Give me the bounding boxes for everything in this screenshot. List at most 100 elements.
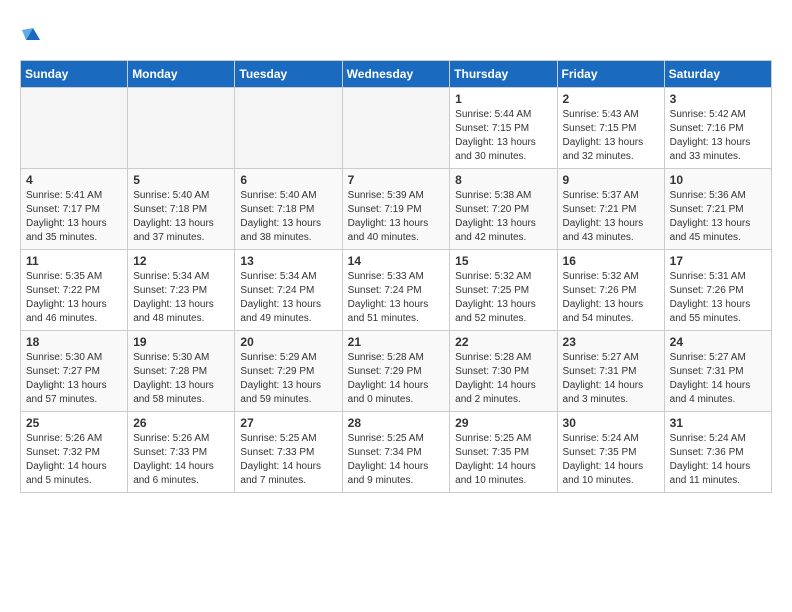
day-info: Sunrise: 5:41 AMSunset: 7:17 PMDaylight:… — [26, 189, 122, 245]
calendar-cell: 29Sunrise: 5:25 AMSunset: 7:35 PMDayligh… — [450, 412, 557, 493]
day-info: Sunrise: 5:39 AMSunset: 7:19 PMDaylight:… — [348, 189, 445, 245]
day-info: Sunrise: 5:26 AMSunset: 7:32 PMDaylight:… — [26, 432, 122, 488]
col-monday: Monday — [128, 61, 235, 88]
day-number: 2 — [563, 92, 659, 106]
day-info: Sunrise: 5:26 AMSunset: 7:33 PMDaylight:… — [133, 432, 229, 488]
calendar-cell — [128, 88, 235, 169]
calendar-table: Sunday Monday Tuesday Wednesday Thursday… — [20, 60, 772, 493]
day-info: Sunrise: 5:34 AMSunset: 7:23 PMDaylight:… — [133, 270, 229, 326]
day-number: 1 — [455, 92, 551, 106]
day-number: 18 — [26, 335, 122, 349]
day-info: Sunrise: 5:42 AMSunset: 7:16 PMDaylight:… — [670, 108, 766, 164]
calendar-cell: 31 Sunrise: 5:24 AMSunset: 7:36 PMDayligh… — [664, 412, 771, 493]
day-info: Sunrise: 5:24 AMSunset: 7:35 PMDaylight:… — [563, 432, 659, 488]
calendar-cell: 14 Sunrise: 5:33 AMSunset: 7:24 PMDayligh… — [342, 250, 450, 331]
calendar-cell — [21, 88, 128, 169]
day-info: Sunrise: 5:28 AMSunset: 7:29 PMDaylight:… — [348, 351, 445, 407]
day-info: Sunrise: 5:40 AMSunset: 7:18 PMDaylight:… — [240, 189, 336, 245]
day-info: Sunrise: 5:25 AMSunset: 7:33 PMDaylight:… — [240, 432, 336, 488]
calendar-cell: 3Sunrise: 5:42 AMSunset: 7:16 PMDaylight… — [664, 88, 771, 169]
calendar-cell: 15 Sunrise: 5:32 AMSunset: 7:25 PMDayligh… — [450, 250, 557, 331]
calendar-cell: 21 Sunrise: 5:28 AMSunset: 7:29 PMDayligh… — [342, 331, 450, 412]
calendar-cell — [342, 88, 450, 169]
day-number: 23 — [563, 335, 659, 349]
logo-icon — [22, 22, 44, 44]
calendar-week-row: 11Sunrise: 5:35 AMSunset: 7:22 PMDayligh… — [21, 250, 772, 331]
day-info: Sunrise: 5:38 AMSunset: 7:20 PMDaylight:… — [455, 189, 551, 245]
calendar-cell: 7Sunrise: 5:39 AMSunset: 7:19 PMDaylight… — [342, 169, 450, 250]
day-number: 14 — [348, 254, 445, 268]
day-number: 11 — [26, 254, 122, 268]
day-info: Sunrise: 5:33 AMSunset: 7:24 PMDaylight:… — [348, 270, 445, 326]
day-number: 8 — [455, 173, 551, 187]
day-number: 28 — [348, 416, 445, 430]
day-number: 30 — [563, 416, 659, 430]
calendar-cell: 1 Sunrise: 5:44 AMSunset: 7:15 PMDaylight… — [450, 88, 557, 169]
day-number: 25 — [26, 416, 122, 430]
calendar-cell: 16Sunrise: 5:32 AMSunset: 7:26 PMDayligh… — [557, 250, 664, 331]
day-info: Sunrise: 5:31 AMSunset: 7:26 PMDaylight:… — [670, 270, 766, 326]
calendar-header-row: Sunday Monday Tuesday Wednesday Thursday… — [21, 61, 772, 88]
day-number: 13 — [240, 254, 336, 268]
day-info: Sunrise: 5:29 AMSunset: 7:29 PMDaylight:… — [240, 351, 336, 407]
calendar-cell: 24Sunrise: 5:27 AMSunset: 7:31 PMDayligh… — [664, 331, 771, 412]
day-number: 20 — [240, 335, 336, 349]
day-info: Sunrise: 5:30 AMSunset: 7:27 PMDaylight:… — [26, 351, 122, 407]
day-info: Sunrise: 5:30 AMSunset: 7:28 PMDaylight:… — [133, 351, 229, 407]
day-number: 4 — [26, 173, 122, 187]
calendar-cell: 19 Sunrise: 5:30 AMSunset: 7:28 PMDayligh… — [128, 331, 235, 412]
calendar-cell: 25 Sunrise: 5:26 AMSunset: 7:32 PMDayligh… — [21, 412, 128, 493]
page-header — [20, 20, 772, 44]
day-info: Sunrise: 5:44 AMSunset: 7:15 PMDaylight:… — [455, 108, 551, 164]
calendar-cell: 8 Sunrise: 5:38 AMSunset: 7:20 PMDaylight… — [450, 169, 557, 250]
day-info: Sunrise: 5:25 AMSunset: 7:35 PMDaylight:… — [455, 432, 551, 488]
day-info: Sunrise: 5:40 AMSunset: 7:18 PMDaylight:… — [133, 189, 229, 245]
day-number: 27 — [240, 416, 336, 430]
calendar-cell: 9Sunrise: 5:37 AMSunset: 7:21 PMDaylight… — [557, 169, 664, 250]
day-number: 26 — [133, 416, 229, 430]
calendar-cell: 20 Sunrise: 5:29 AMSunset: 7:29 PMDayligh… — [235, 331, 342, 412]
day-number: 21 — [348, 335, 445, 349]
col-wednesday: Wednesday — [342, 61, 450, 88]
day-number: 12 — [133, 254, 229, 268]
day-number: 24 — [670, 335, 766, 349]
col-tuesday: Tuesday — [235, 61, 342, 88]
day-info: Sunrise: 5:24 AMSunset: 7:36 PMDaylight:… — [670, 432, 766, 488]
calendar-week-row: 25 Sunrise: 5:26 AMSunset: 7:32 PMDayligh… — [21, 412, 772, 493]
day-info: Sunrise: 5:34 AMSunset: 7:24 PMDaylight:… — [240, 270, 336, 326]
col-friday: Friday — [557, 61, 664, 88]
calendar-cell — [235, 88, 342, 169]
calendar-cell: 26 Sunrise: 5:26 AMSunset: 7:33 PMDayligh… — [128, 412, 235, 493]
day-info: Sunrise: 5:43 AMSunset: 7:15 PMDaylight:… — [563, 108, 659, 164]
day-number: 19 — [133, 335, 229, 349]
calendar-cell: 10 Sunrise: 5:36 AMSunset: 7:21 PMDayligh… — [664, 169, 771, 250]
calendar-cell: 4 Sunrise: 5:41 AMSunset: 7:17 PMDaylight… — [21, 169, 128, 250]
col-thursday: Thursday — [450, 61, 557, 88]
day-number: 31 — [670, 416, 766, 430]
calendar-week-row: 1 Sunrise: 5:44 AMSunset: 7:15 PMDaylight… — [21, 88, 772, 169]
calendar-cell: 28Sunrise: 5:25 AMSunset: 7:34 PMDayligh… — [342, 412, 450, 493]
day-info: Sunrise: 5:27 AMSunset: 7:31 PMDaylight:… — [563, 351, 659, 407]
calendar-cell: 12 Sunrise: 5:34 AMSunset: 7:23 PMDayligh… — [128, 250, 235, 331]
calendar-cell: 11Sunrise: 5:35 AMSunset: 7:22 PMDayligh… — [21, 250, 128, 331]
day-info: Sunrise: 5:28 AMSunset: 7:30 PMDaylight:… — [455, 351, 551, 407]
day-info: Sunrise: 5:32 AMSunset: 7:26 PMDaylight:… — [563, 270, 659, 326]
calendar-week-row: 4 Sunrise: 5:41 AMSunset: 7:17 PMDaylight… — [21, 169, 772, 250]
day-info: Sunrise: 5:36 AMSunset: 7:21 PMDaylight:… — [670, 189, 766, 245]
day-number: 5 — [133, 173, 229, 187]
logo — [20, 20, 44, 44]
calendar-cell: 17Sunrise: 5:31 AMSunset: 7:26 PMDayligh… — [664, 250, 771, 331]
day-number: 10 — [670, 173, 766, 187]
col-sunday: Sunday — [21, 61, 128, 88]
day-number: 15 — [455, 254, 551, 268]
day-number: 22 — [455, 335, 551, 349]
calendar-cell: 23 Sunrise: 5:27 AMSunset: 7:31 PMDayligh… — [557, 331, 664, 412]
day-info: Sunrise: 5:37 AMSunset: 7:21 PMDaylight:… — [563, 189, 659, 245]
calendar-cell: 22 Sunrise: 5:28 AMSunset: 7:30 PMDayligh… — [450, 331, 557, 412]
day-info: Sunrise: 5:32 AMSunset: 7:25 PMDaylight:… — [455, 270, 551, 326]
calendar-cell: 18 Sunrise: 5:30 AMSunset: 7:27 PMDayligh… — [21, 331, 128, 412]
calendar-cell: 2 Sunrise: 5:43 AMSunset: 7:15 PMDaylight… — [557, 88, 664, 169]
calendar-cell: 30 Sunrise: 5:24 AMSunset: 7:35 PMDayligh… — [557, 412, 664, 493]
calendar-cell: 27 Sunrise: 5:25 AMSunset: 7:33 PMDayligh… — [235, 412, 342, 493]
calendar-cell: 6Sunrise: 5:40 AMSunset: 7:18 PMDaylight… — [235, 169, 342, 250]
